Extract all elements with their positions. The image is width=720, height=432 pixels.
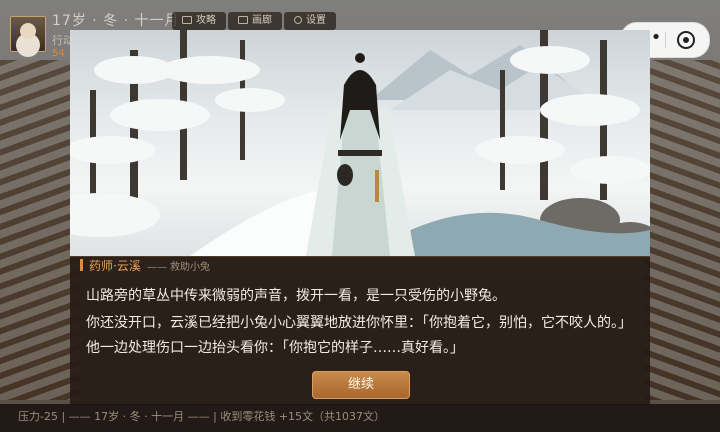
dialog-box: 药师·云溪 —— 救助小兔 山路旁的草丛中传来微弱的声音，拨开一看，是一只受伤的… [70, 256, 650, 405]
speaker-accent-mark [80, 259, 83, 271]
capsule-divider [665, 32, 666, 48]
player-avatar[interactable] [10, 16, 46, 52]
speaker-name: 药师·云溪 [89, 258, 141, 273]
settings-button[interactable]: 设置 [284, 12, 336, 30]
gallery-button[interactable]: 画廊 [228, 12, 282, 30]
continue-button[interactable]: 继续 [312, 371, 410, 399]
book-icon [182, 16, 192, 24]
gear-icon [294, 16, 302, 24]
guide-button[interactable]: 攻略 [172, 12, 226, 30]
hud-date: 17岁 · 冬 · 十一月 [52, 13, 180, 29]
scene-title: —— 救助小兔 [146, 261, 211, 273]
scene-illustration [70, 30, 650, 256]
dialog-line-2: 你还没开口，云溪已经把小兔小心翼翼地放进你怀里：「你抱着它，别怕，它不咬人的。」… [86, 315, 632, 356]
dialog-line-1: 山路旁的草丛中传来微弱的声音，拨开一看，是一只受伤的小野兔。 [86, 288, 506, 304]
snowy-landscape-art [70, 30, 650, 256]
hud-coin-value: 54 [52, 48, 65, 59]
close-miniprogram-button[interactable] [677, 31, 695, 49]
speaker-bar: 药师·云溪 —— 救助小兔 [80, 257, 210, 273]
gallery-icon [238, 16, 248, 24]
status-log-bar: 压力-25 | —— 17岁 · 冬 · 十一月 —— | 收到零花钱 +15文… [0, 404, 720, 432]
